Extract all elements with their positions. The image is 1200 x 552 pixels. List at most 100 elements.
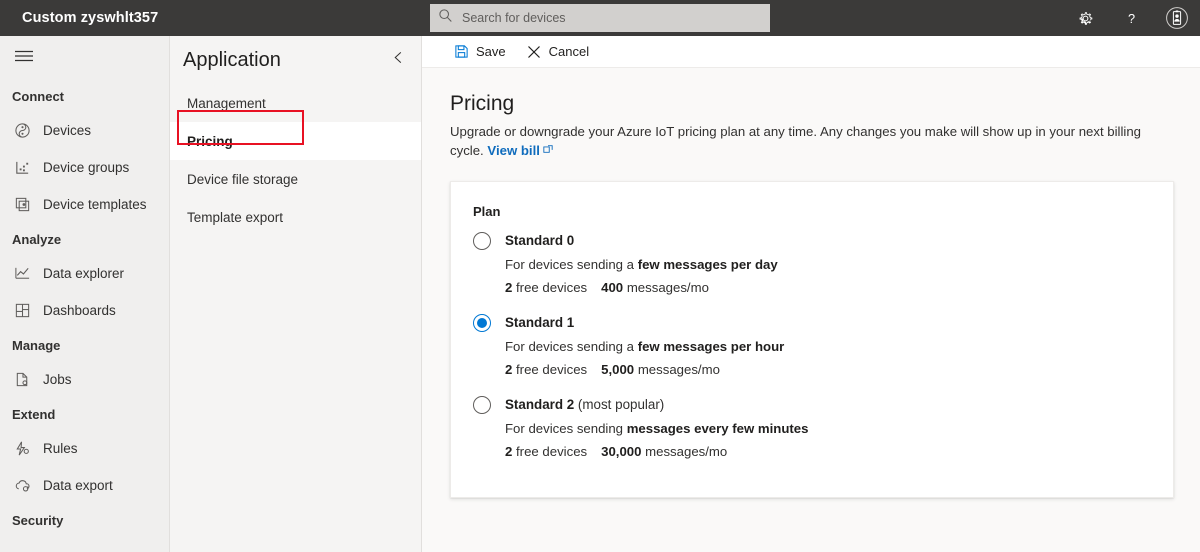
save-button-label: Save [476, 44, 506, 59]
panel-item-pricing[interactable]: Pricing [170, 122, 421, 160]
plan-radio-standard-0[interactable] [473, 231, 491, 250]
rules-bolt-icon [12, 439, 32, 459]
sidebar-item-rules[interactable]: Rules [0, 430, 169, 467]
plan-header: Standard 0 [473, 231, 1147, 250]
application-settings-panel: Application Management Pricing Device fi… [170, 36, 422, 552]
question-mark-icon: ? [1123, 10, 1140, 27]
external-link-icon [543, 141, 553, 159]
left-navigation-rail: Connect Devices Device groups Device tem… [0, 36, 170, 552]
chevron-left-icon [392, 51, 405, 69]
plan-description-emphasis: messages every few minutes [626, 420, 809, 436]
plan-free-devices-count: 2 [505, 443, 513, 459]
plan-free-devices: 2 free devices [505, 362, 587, 377]
panel-header: Application [170, 36, 421, 84]
plan-free-devices-label: free devices [516, 443, 588, 459]
sidebar-item-jobs[interactable]: Jobs [0, 361, 169, 398]
plan-messages-label: messages/mo [626, 279, 709, 295]
sidebar-item-label: Dashboards [43, 303, 116, 318]
save-floppy-icon [453, 44, 469, 60]
plan-card: Plan Standard 0 For devices sending a fe… [450, 180, 1174, 498]
sidebar-item-label: Rules [43, 441, 78, 456]
plan-description-emphasis: few messages per hour [637, 338, 785, 354]
plan-option-standard-2[interactable]: Standard 2 (most popular) For devices se… [473, 395, 1147, 459]
save-button[interactable]: Save [444, 36, 515, 68]
plan-option-standard-0[interactable]: Standard 0 For devices sending a few mes… [473, 231, 1147, 295]
sidebar-item-data-explorer[interactable]: Data explorer [0, 255, 169, 292]
view-bill-link-label: View bill [487, 142, 540, 158]
nav-section-security: Security [12, 513, 64, 528]
plan-description: For devices sending messages every few m… [505, 421, 1147, 436]
panel-item-template-export[interactable]: Template export [170, 198, 421, 236]
hamburger-menu-button[interactable] [0, 36, 48, 80]
nav-section-connect: Connect [12, 89, 64, 104]
plan-metrics: 2 free devices 5,000 messages/mo [505, 362, 1147, 377]
plan-radio-standard-1[interactable] [473, 313, 491, 332]
plan-radio-standard-2[interactable] [473, 395, 491, 414]
plan-name-text: Standard 1 [505, 315, 575, 331]
panel-item-label: Management [187, 95, 266, 111]
plan-name: Standard 1 [505, 315, 574, 330]
page-description-text: Upgrade or downgrade your Azure IoT pric… [450, 124, 1142, 158]
search-icon [438, 8, 453, 28]
sidebar-item-data-export[interactable]: Data export [0, 467, 169, 504]
help-button[interactable]: ? [1116, 3, 1146, 33]
global-search-box[interactable] [430, 4, 770, 32]
sidebar-item-label: Jobs [43, 372, 72, 387]
sidebar-item-label: Data export [43, 478, 113, 493]
plan-free-devices-label: free devices [516, 279, 588, 295]
sidebar-item-devices[interactable]: Devices [0, 112, 169, 149]
panel-item-management[interactable]: Management [170, 84, 421, 122]
top-header: Custom zyswhlt357 ? [0, 0, 1200, 36]
plan-card-label: Plan [473, 203, 501, 219]
plan-messages: 30,000 messages/mo [601, 444, 727, 459]
plan-name-suffix: (most popular) [574, 397, 665, 413]
command-bar: Save Cancel [422, 36, 1200, 68]
panel-collapse-button[interactable] [385, 47, 411, 73]
plan-free-devices: 2 free devices [505, 444, 587, 459]
sidebar-item-label: Devices [43, 123, 92, 138]
plan-free-devices-count: 2 [505, 279, 513, 295]
cancel-button[interactable]: Cancel [517, 36, 598, 68]
panel-item-label: Device file storage [187, 171, 299, 187]
devices-icon [12, 121, 32, 141]
search-input[interactable] [460, 10, 762, 26]
cloud-export-icon [12, 476, 32, 496]
sidebar-item-device-groups[interactable]: Device groups [0, 149, 169, 186]
sidebar-item-label: Device groups [43, 160, 130, 175]
close-x-icon [526, 44, 542, 60]
page-title: Pricing [450, 92, 515, 115]
app-root: Custom zyswhlt357 ? [0, 0, 1200, 552]
sidebar-item-dashboards[interactable]: Dashboards [0, 292, 169, 329]
line-chart-icon [12, 264, 32, 284]
account-button[interactable] [1162, 3, 1192, 33]
plan-messages: 5,000 messages/mo [601, 362, 720, 377]
nav-section-manage: Manage [12, 338, 61, 353]
plan-metrics: 2 free devices 400 messages/mo [505, 280, 1147, 295]
plan-name: Standard 2 (most popular) [505, 397, 664, 412]
plan-description-emphasis: few messages per day [637, 256, 778, 272]
plan-messages-label: messages/mo [637, 361, 720, 377]
plan-option-standard-1[interactable]: Standard 1 For devices sending a few mes… [473, 313, 1147, 377]
main-content: Save Cancel Pricing Upgrade or downgrade… [422, 36, 1200, 552]
plan-metrics: 2 free devices 30,000 messages/mo [505, 444, 1147, 459]
plan-description: For devices sending a few messages per d… [505, 257, 1147, 272]
panel-item-device-file-storage[interactable]: Device file storage [170, 160, 421, 198]
plan-description: For devices sending a few messages per h… [505, 339, 1147, 354]
cancel-button-label: Cancel [548, 44, 590, 59]
plan-description-prefix: For devices sending [505, 420, 627, 436]
view-bill-link[interactable]: View bill [487, 143, 540, 158]
plan-free-devices: 2 free devices [505, 280, 587, 295]
plan-messages: 400 messages/mo [601, 280, 709, 295]
app-title: Custom zyswhlt357 [22, 10, 159, 26]
plan-free-devices-count: 2 [505, 361, 513, 377]
plan-header: Standard 1 [473, 313, 1147, 332]
plan-description-prefix: For devices sending a [505, 256, 638, 272]
plan-name-text: Standard 0 [505, 233, 575, 249]
sidebar-item-device-templates[interactable]: Device templates [0, 186, 169, 223]
device-templates-icon [12, 195, 32, 215]
user-badge-icon [1165, 6, 1189, 30]
panel-item-label: Template export [187, 209, 284, 225]
plan-messages-count: 400 [601, 279, 624, 295]
nav-section-analyze: Analyze [12, 232, 62, 247]
settings-button[interactable] [1070, 3, 1100, 33]
